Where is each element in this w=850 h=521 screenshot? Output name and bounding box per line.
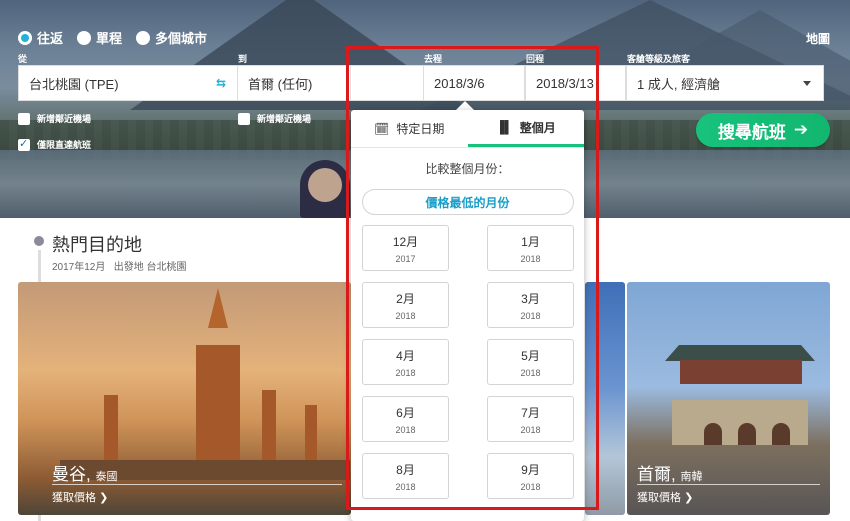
radio-icon [77,30,92,45]
card-title-seoul: 首爾, 南韓 [637,465,703,484]
popular-origin-label: 出發地 [113,262,144,273]
nearby-from-checkbox[interactable]: 新增鄰近機場 [18,112,91,125]
depart-date-value: 2018/3/6 [434,75,485,91]
month-option[interactable]: 6月 2018 [362,396,449,442]
to-input[interactable]: 首爾 (任何) [237,65,351,101]
card-divider [637,484,820,485]
card-divider [52,484,342,485]
tab-label: 特定日期 [396,122,445,136]
direct-only-checkbox[interactable]: 僅限直達航班 [18,137,92,151]
chevron-right-icon: ❯ [684,492,694,504]
tab-label: 整個月 [519,120,556,135]
month-option[interactable]: 8月 2018 [362,453,449,499]
bar-chart-icon: ▐▌ [495,120,513,134]
cabin-travelers-value: 1 成人, 經濟艙 [637,76,721,92]
popular-origin: 台北桃園 [146,262,187,273]
date-picker-popup: 🗓︎ 特定日期 ▐▌ 整個月 比較整個月份： 價格最低的月份 12月 2017 1… [351,110,584,521]
radio-selected-icon [18,30,32,45]
get-price-link-bangkok[interactable]: 獲取價格 ❯ [52,489,108,505]
search-button-label: 搜尋航班 [717,122,786,142]
checkbox-checked-icon [18,137,30,151]
trip-type-group: 往返 單程 多個城市 [18,28,207,47]
return-date-input[interactable]: 2018/3/13 [525,65,626,101]
compare-months-text: 比較整個月份： [425,162,510,176]
depart-date-input[interactable]: 2018/3/6 [423,65,525,101]
checkbox-icon [18,112,30,125]
checkbox-label: 僅限直達航班 [37,140,92,150]
month-option[interactable]: 12月 2017 [362,225,449,271]
from-input-value: 台北桃園 (TPE) [29,76,119,92]
radio-icon [136,30,151,45]
popup-pointer [456,101,474,110]
arrow-right-icon: ➔ [793,120,809,139]
cheapest-month-button[interactable]: 價格最低的月份 [361,189,574,215]
month-grid: 12月 2017 1月 2018 2月 2018 3月 2018 4月 2018 5月 20… [362,225,584,499]
cabin-travelers-select[interactable]: 1 成人, 經濟艙 [626,65,824,101]
trip-type-multicity[interactable]: 多個城市 [136,28,207,47]
month-option[interactable]: 2月 2018 [362,282,449,328]
get-price-link-seoul[interactable]: 獲取價格 ❯ [637,489,693,505]
to-input-extension[interactable] [351,65,423,101]
month-option[interactable]: 7月 2018 [487,396,574,442]
card-title-bangkok: 曼谷, 泰國 [52,465,118,484]
checkbox-label: 新增鄰近機場 [257,114,312,124]
popular-destinations-subtitle: 2017年12月 出發地 台北桃園 [52,258,187,273]
destination-card-partial[interactable] [585,282,625,515]
date-mode-tabs: 🗓︎ 特定日期 ▐▌ 整個月 [351,110,584,148]
month-option[interactable]: 3月 2018 [487,282,574,328]
return-label: 回程 [526,54,545,64]
tab-specific-date[interactable]: 🗓︎ 特定日期 [351,110,468,147]
chevron-right-icon: ❯ [99,492,109,504]
popular-destinations-title: 熱門目的地 [52,235,142,255]
to-label: 到 [238,54,248,64]
month-option[interactable]: 9月 2018 [487,453,574,499]
depart-label: 去程 [424,54,443,64]
trip-type-label: 往返 [37,31,64,46]
palace-image [665,345,815,361]
tab-whole-month[interactable]: ▐▌ 整個月 [467,110,584,147]
chevron-down-icon [803,81,811,86]
trip-type-roundtrip[interactable]: 往返 [18,28,63,47]
from-input[interactable]: 台北桃園 (TPE) [18,65,206,101]
checkbox-icon [238,112,250,125]
to-input-value: 首爾 (任何) [248,76,313,92]
trip-type-label: 多個城市 [155,31,208,46]
swap-airports-icon[interactable]: ⇆ [205,65,237,101]
return-date-value: 2018/3/13 [536,75,594,91]
popular-month: 2017年12月 [52,262,106,273]
search-flights-button[interactable]: 搜尋航班 ➔ [696,113,830,147]
checkbox-label: 新增鄰近機場 [37,114,92,124]
timeline-dot [34,236,44,246]
trip-type-oneway[interactable]: 單程 [77,28,122,47]
calendar-icon: 🗓︎ [374,121,390,136]
cabin-label: 客艙等級及旅客 [627,54,691,64]
month-option[interactable]: 1月 2018 [487,225,574,271]
temple-image [196,345,240,465]
from-label: 從 [18,54,28,64]
month-option[interactable]: 4月 2018 [362,339,449,385]
nearby-to-checkbox[interactable]: 新增鄰近機場 [238,112,311,125]
month-option[interactable]: 5月 2018 [487,339,574,385]
trip-type-label: 單程 [96,31,123,46]
map-link[interactable]: 地圖 [806,30,830,47]
